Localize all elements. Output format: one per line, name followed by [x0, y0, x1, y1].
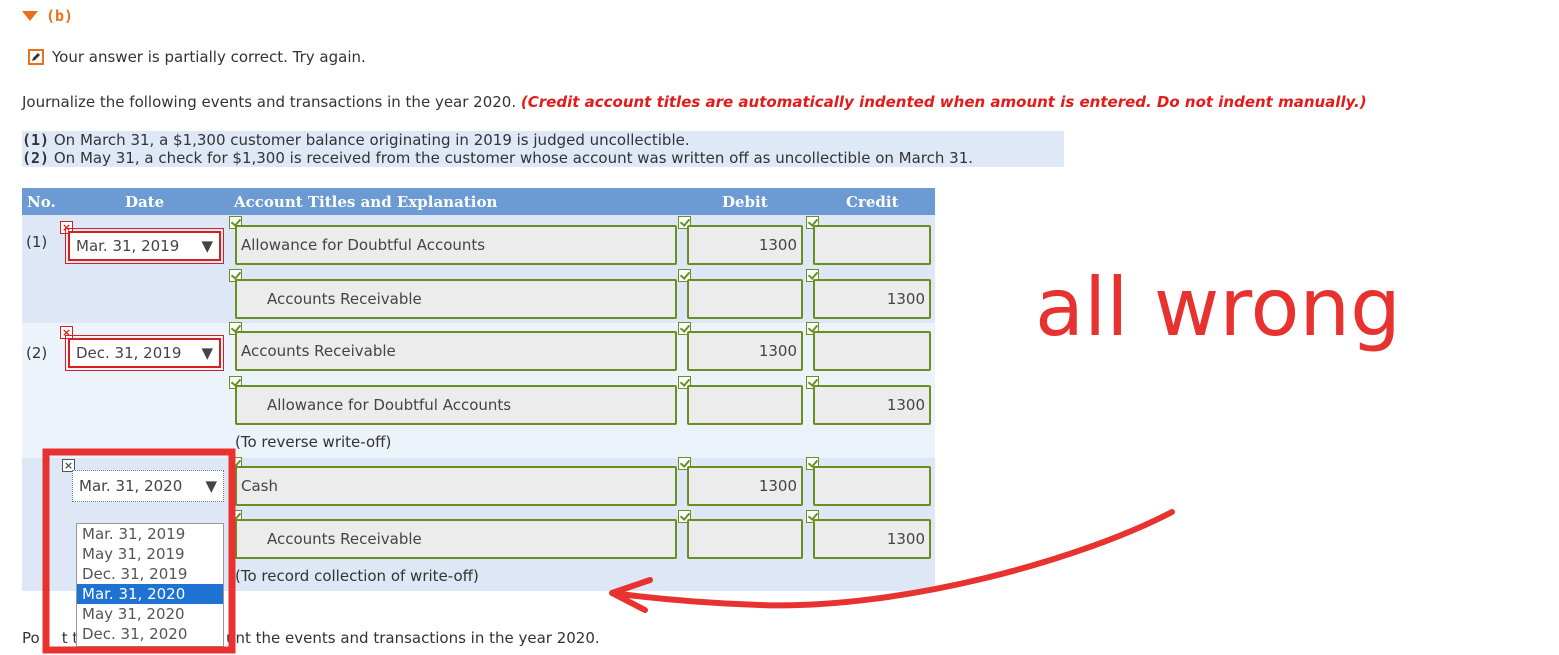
highlight-rectangle — [42, 448, 236, 654]
annotation-text: all wrong — [1035, 261, 1401, 354]
arrow-annotation — [609, 509, 1175, 613]
annotation-overlay: all wrong — [42, 261, 1401, 654]
